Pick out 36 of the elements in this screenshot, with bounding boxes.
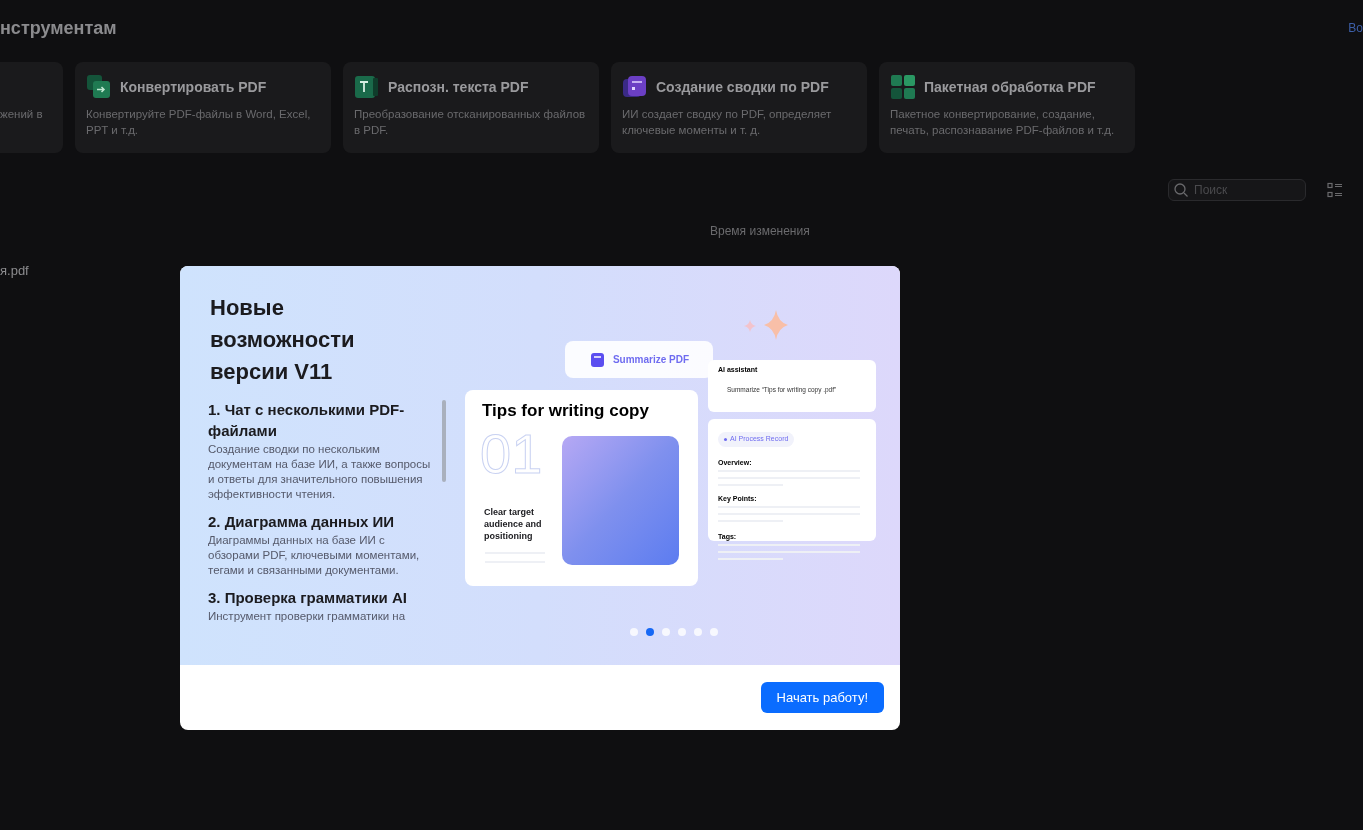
search-icon <box>1173 182 1189 198</box>
column-header: Время изменения <box>710 223 810 240</box>
tool-card[interactable]: Пакетная обработка PDF Пакетное конвертирование, создание, печать, распознавание PDF-файлов и т.д. <box>879 62 1135 153</box>
feature-title: 2. Диаграмма данных ИИ <box>208 512 396 532</box>
feature-description: Создание сводки по нескольким документам на базе ИИ, а также вопросы и ответы для значительного повышения эффективности чтения. <box>208 442 432 502</box>
file-arrow-icon <box>86 74 112 100</box>
four-squares-icon <box>890 74 916 100</box>
link[interactable]: Во <box>1348 19 1363 37</box>
file-name[interactable]: я.pdf <box>0 261 29 281</box>
dialog-title: Новые возможности версии V11 <box>210 294 356 386</box>
card-title: Создание сводки по PDF <box>656 77 829 97</box>
scrollbar-thumb[interactable] <box>442 400 446 482</box>
feature-description: Диаграммы данных на базе ИИ с обзорами PDF, ключевыми моментами, тегами и связанными документами. <box>208 533 421 578</box>
feature-title: 1. Чат с несколькими PDF-файлами <box>208 400 406 441</box>
feature-title: 3. Проверка грамматики AI <box>208 588 408 608</box>
card-title: Пакетная обработка PDF <box>924 77 1096 97</box>
card-title: Конвертировать PDF <box>120 77 267 97</box>
feature-description: Инструмент проверки грамматики на <box>208 609 407 624</box>
card-description: жений в <box>0 107 44 122</box>
document-title: Tips for writing copy <box>482 400 649 422</box>
document-icon <box>588 351 605 368</box>
start-button[interactable]: Начать работу! <box>760 682 884 713</box>
tool-card[interactable]: жений в <box>0 62 63 153</box>
card-description: Конвертируйте PDF-файлы в Word, Excel, PPT и т.д. <box>86 107 312 138</box>
chip-label: Summarize PDF <box>612 353 690 367</box>
tool-card[interactable]: Создание сводки по PDF ИИ создает сводку по PDF, определяет ключевые моменты и т. д. <box>611 62 867 153</box>
section-title: нструментам <box>0 16 117 40</box>
tool-card[interactable]: Распозн. текста PDF Преобразование отсканированных файлов в PDF. <box>343 62 599 153</box>
document-stack-icon <box>622 74 648 100</box>
card-description: Пакетное конвертирование, создание, печать, распознавание PDF-файлов и т.д. <box>890 107 1116 138</box>
tool-card[interactable]: Конвертировать PDF Конвертируйте PDF-файлы в Word, Excel, PPT и т.д. <box>75 62 331 153</box>
card-description: ИИ создает сводку по PDF, определяет ключевые моменты и т. д. <box>622 107 833 138</box>
card-description: Преобразование отсканированных файлов в PDF. <box>354 107 587 138</box>
document-caption: Clear target audience and positioning <box>484 506 543 542</box>
card-title: Распозн. текста PDF <box>388 77 529 97</box>
text-document-icon <box>354 74 380 100</box>
